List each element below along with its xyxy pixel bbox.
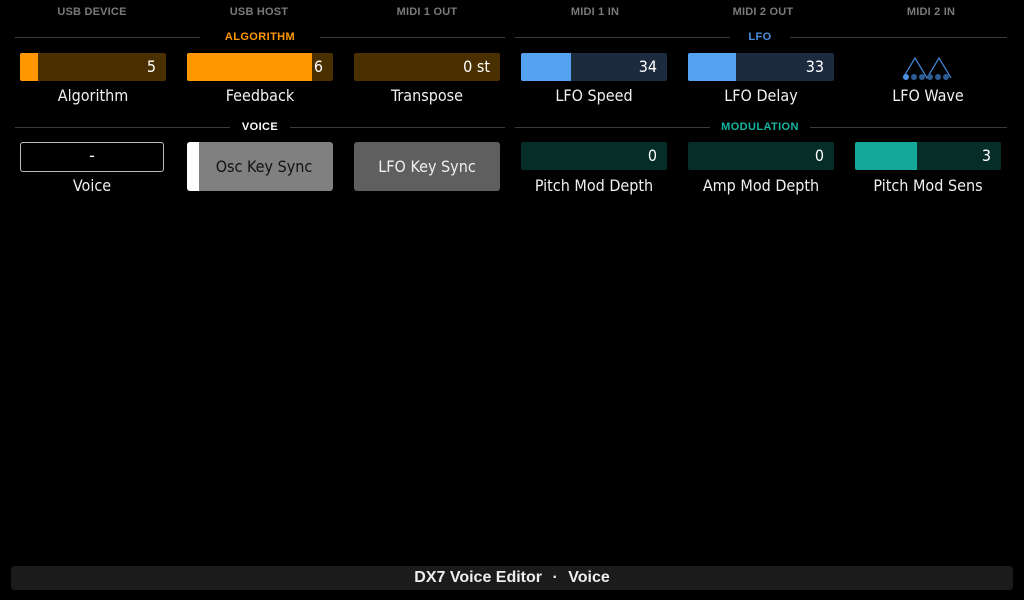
algorithm-bar[interactable]: 5 [20,53,166,81]
footer-bar: DX7 Voice Editor · Voice [11,566,1013,590]
amp-mod-depth-bar[interactable]: 0 [688,142,834,170]
voice-label: Voice [72,176,112,195]
feedback-value: 6 [313,57,323,76]
footer-separator: · [552,569,558,586]
lfo-key-sync-toggle[interactable]: LFO Key Sync [354,142,500,191]
pitch-mod-sens-bar[interactable]: 3 [855,142,1001,170]
pitch-mod-depth-value: 0 [647,146,657,165]
pitch-mod-depth-label: Pitch Mod Depth [534,176,654,195]
pitch-mod-sens-value: 3 [981,146,991,165]
triangle-wave-icon [902,56,952,80]
port-midi-1-in: MIDI 1 IN [570,6,620,18]
port-usb-device: USB DEVICE [57,6,127,18]
transpose-label: Transpose [390,86,464,105]
footer-app-name: DX7 Voice Editor [414,569,542,586]
port-midi-2-out: MIDI 2 OUT [732,6,794,18]
port-midi-1-out: MIDI 1 OUT [396,6,458,18]
lfo-delay-label: LFO Delay [724,86,798,105]
lfo-speed-label: LFO Speed [555,86,633,105]
amp-mod-depth-label: Amp Mod Depth [702,176,820,195]
algorithm-section-title: ALGORITHM [200,30,320,44]
lfo-delay-bar[interactable]: 33 [688,53,834,81]
feedback-bar[interactable]: 6 [187,53,333,81]
voice-field[interactable]: - [20,142,164,172]
lfo-speed-value: 34 [638,57,657,76]
transpose-bar[interactable]: 0 st [354,53,500,81]
feedback-bar-fill [187,53,312,81]
pitch-mod-depth-bar[interactable]: 0 [521,142,667,170]
pitch-mod-sens-bar-fill [855,142,917,170]
osc-key-sync-toggle[interactable]: Osc Key Sync [187,142,333,191]
lfo-delay-value: 33 [805,57,824,76]
lfo-speed-bar[interactable]: 34 [521,53,667,81]
modulation-section-title: MODULATION [710,120,810,134]
pitch-mod-sens-label: Pitch Mod Sens [873,176,983,195]
lfo-speed-bar-fill [521,53,571,81]
osc-key-sync-label: Osc Key Sync [215,157,313,176]
lfo-wave-selector[interactable] [855,53,1001,83]
footer-page-name: Voice [568,569,610,586]
lfo-section-title: LFO [730,30,790,44]
lfo-delay-bar-fill [688,53,736,81]
algorithm-label: Algorithm [57,86,129,105]
port-usb-host: USB HOST [229,6,289,18]
osc-key-sync-on-indicator [187,142,199,191]
feedback-label: Feedback [225,86,295,105]
algorithm-value: 5 [146,57,156,76]
algorithm-bar-fill [20,53,38,81]
amp-mod-depth-value: 0 [814,146,824,165]
transpose-value: 0 st [463,57,490,76]
voice-section-title: VOICE [230,120,290,134]
port-midi-2-in: MIDI 2 IN [906,6,956,18]
lfo-key-sync-label: LFO Key Sync [378,157,476,176]
lfo-wave-label: LFO Wave [892,86,964,105]
